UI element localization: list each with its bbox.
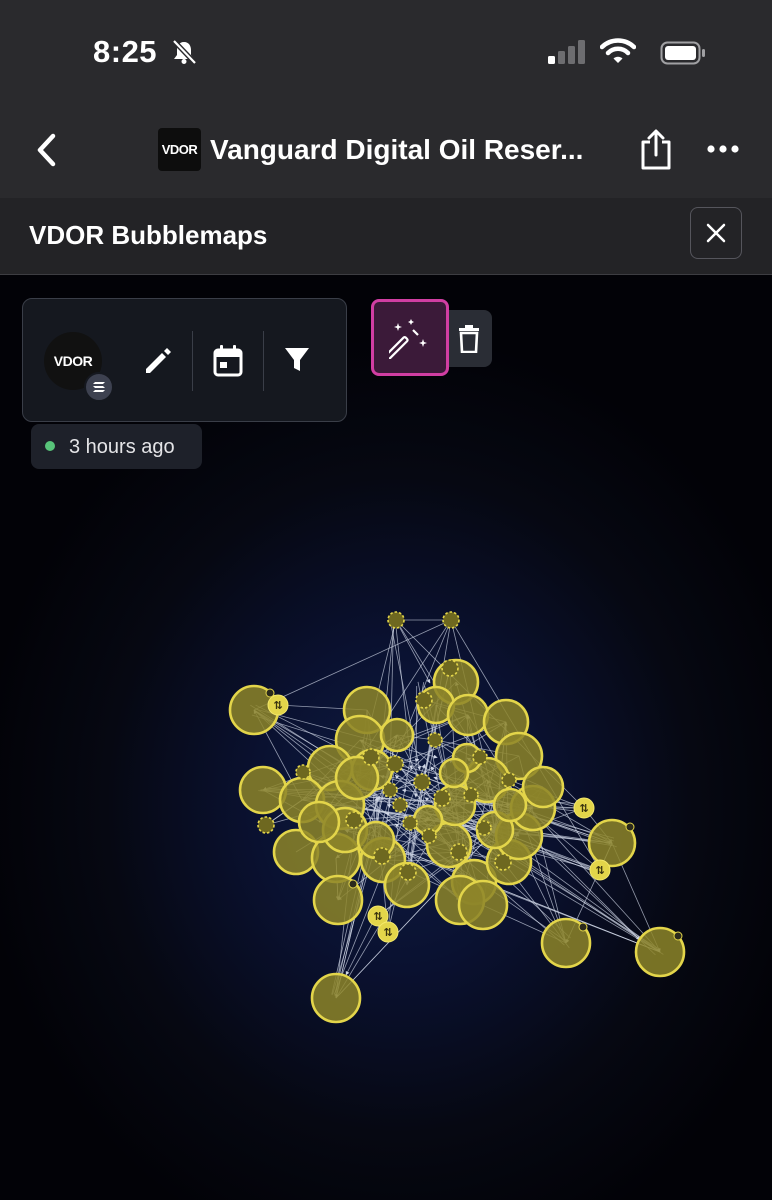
bubble-map[interactable]: ⇅⇅⇅⇅⇅ bbox=[0, 0, 772, 1200]
wallet-bubble[interactable] bbox=[492, 787, 528, 823]
contract-bubble[interactable] bbox=[441, 659, 459, 677]
toolbar-divider bbox=[192, 331, 193, 391]
contract-bubble[interactable] bbox=[442, 611, 460, 629]
contract-bubble[interactable] bbox=[413, 773, 431, 791]
swap-icon: ⇅ bbox=[273, 699, 282, 712]
contract-bubble[interactable] bbox=[433, 789, 451, 807]
contract-bubble[interactable] bbox=[501, 772, 517, 788]
contract-bubble[interactable] bbox=[362, 748, 380, 766]
lock-icon bbox=[348, 879, 358, 889]
lock-icon bbox=[578, 922, 588, 932]
lock-icon bbox=[265, 688, 275, 698]
contract-bubble[interactable] bbox=[373, 847, 391, 865]
wallet-bubble[interactable] bbox=[379, 717, 415, 753]
contract-bubble[interactable] bbox=[450, 843, 468, 861]
swap-icon: ⇅ bbox=[579, 802, 588, 815]
toolbar-divider bbox=[263, 331, 264, 391]
filter-funnel-icon[interactable] bbox=[283, 346, 311, 374]
live-status-dot bbox=[45, 441, 55, 451]
contract-bubble[interactable] bbox=[382, 782, 398, 798]
wallet-bubble[interactable] bbox=[457, 879, 509, 931]
contract-bubble[interactable] bbox=[472, 749, 488, 765]
contract-bubble[interactable] bbox=[399, 863, 417, 881]
magic-wand-icon bbox=[389, 318, 427, 359]
contract-bubble[interactable] bbox=[421, 828, 437, 844]
contract-bubble[interactable] bbox=[402, 815, 418, 831]
wallet-bubble[interactable] bbox=[297, 800, 341, 844]
contract-bubble[interactable] bbox=[476, 820, 492, 836]
wallet-bubble[interactable] bbox=[438, 757, 470, 789]
transfer-link bbox=[345, 915, 377, 976]
swap-icon: ⇅ bbox=[373, 910, 382, 923]
contract-bubble[interactable] bbox=[463, 787, 479, 803]
contract-bubble[interactable] bbox=[392, 797, 408, 813]
contract-bubble[interactable] bbox=[257, 816, 275, 834]
contract-bubble[interactable] bbox=[387, 611, 405, 629]
calendar-icon[interactable] bbox=[212, 344, 244, 378]
wallet-bubble[interactable] bbox=[521, 765, 565, 809]
magic-wand-button[interactable] bbox=[371, 299, 449, 376]
lock-icon bbox=[673, 931, 683, 941]
last-updated-text: 3 hours ago bbox=[69, 436, 175, 458]
contract-bubble[interactable] bbox=[494, 853, 512, 871]
contract-bubble[interactable] bbox=[295, 764, 311, 780]
solana-chain-icon bbox=[84, 372, 114, 402]
lock-icon bbox=[625, 822, 635, 832]
swap-icon: ⇅ bbox=[383, 926, 392, 939]
wallet-bubble[interactable] bbox=[310, 972, 362, 1024]
contract-bubble[interactable] bbox=[345, 811, 363, 829]
wallet-bubble[interactable] bbox=[238, 765, 288, 815]
edit-pencil-icon[interactable] bbox=[142, 345, 174, 377]
contract-bubble[interactable] bbox=[386, 755, 404, 773]
swap-icon: ⇅ bbox=[595, 864, 604, 877]
contract-bubble[interactable] bbox=[427, 732, 443, 748]
wallet-bubble[interactable] bbox=[446, 693, 490, 737]
contract-bubble[interactable] bbox=[415, 691, 433, 709]
trash-icon bbox=[459, 324, 479, 353]
